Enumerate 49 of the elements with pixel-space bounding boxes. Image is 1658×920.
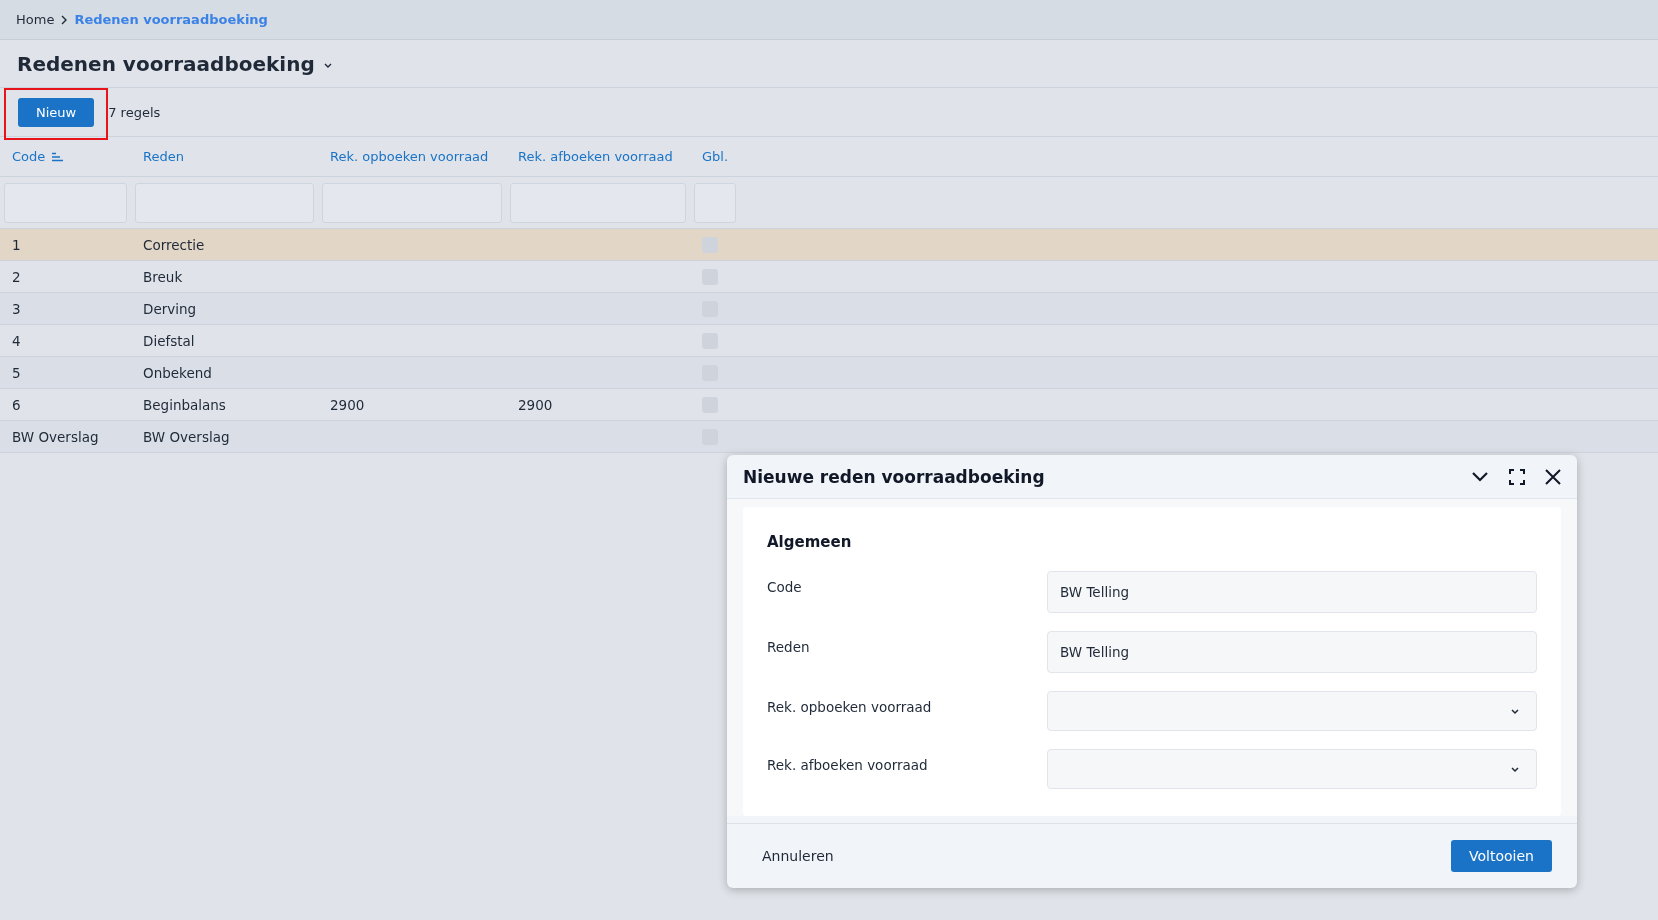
table-cell-text: Correctie: [143, 236, 206, 253]
text-field[interactable]: BW Telling: [1047, 571, 1537, 613]
table-row[interactable]: BW Overslag BW Overslag: [0, 421, 1658, 453]
table-cell-text: 3: [12, 300, 22, 317]
table-row[interactable]: 5 Onbekend: [0, 357, 1658, 389]
column-header[interactable]: Reden: [143, 149, 184, 164]
column-header[interactable]: Gbl.: [702, 149, 729, 164]
table-cell-text: 4: [12, 332, 22, 349]
cancel-link[interactable]: Annuleren: [762, 848, 834, 864]
column-header[interactable]: Rek. afboeken voorraad: [518, 149, 673, 164]
finish-button[interactable]: Voltooien: [1451, 840, 1552, 872]
table-cell-text: 6: [12, 396, 22, 413]
table-cell-text: Diefstal: [143, 332, 196, 349]
field-label: Rek. afboeken voorraad: [767, 756, 929, 773]
column-header[interactable]: Code: [12, 149, 46, 164]
text-field[interactable]: BW Telling: [1047, 631, 1537, 673]
table-cell: 2900: [518, 396, 553, 413]
maximize-icon[interactable]: [1509, 468, 1525, 485]
table-cell-text: 1: [12, 236, 22, 253]
page-title: Redenen voorraadboeking: [17, 51, 315, 76]
close-icon[interactable]: [1545, 468, 1561, 485]
table-cell-text: BW Overslag: [12, 428, 100, 445]
field-label: Reden: [767, 638, 811, 655]
dropdown-field[interactable]: [1047, 691, 1537, 731]
row-count: 7 regels: [108, 104, 161, 120]
sort-icon[interactable]: [51, 151, 65, 162]
section-title: Algemeen: [767, 533, 853, 551]
chevron-down-icon[interactable]: [1471, 470, 1489, 483]
table-cell-text: Derving: [143, 300, 198, 317]
field-label: Rek. opboeken voorraad: [767, 698, 933, 715]
dropdown-field[interactable]: [1047, 749, 1537, 789]
chevron-down-icon: [1510, 765, 1520, 773]
chevron-right-icon: [60, 14, 69, 25]
table-cell-text: Beginbalans: [143, 396, 227, 413]
field-label: Code: [767, 578, 803, 595]
new-button[interactable]: Nieuw: [18, 98, 95, 127]
column-header[interactable]: Rek. opboeken voorraad: [330, 149, 489, 164]
table-row[interactable]: 3 Derving: [0, 293, 1658, 325]
selected-row[interactable]: 1 Correctie: [0, 229, 1658, 261]
table-cell-text: 5: [12, 364, 22, 381]
chevron-down-icon: [1510, 707, 1520, 715]
table-cell: 2900: [330, 396, 365, 413]
breadcrumb-link[interactable]: Home: [16, 12, 55, 27]
table-cell-text: 2: [12, 268, 22, 285]
table-cell-text: Onbekend: [143, 364, 213, 381]
table-cell-text: BW Overslag: [143, 428, 231, 445]
chevron-down-icon[interactable]: [322, 62, 333, 69]
table-cell-text: Breuk: [143, 268, 184, 285]
dialog-title: Nieuwe reden voorraadboeking: [743, 466, 1045, 487]
